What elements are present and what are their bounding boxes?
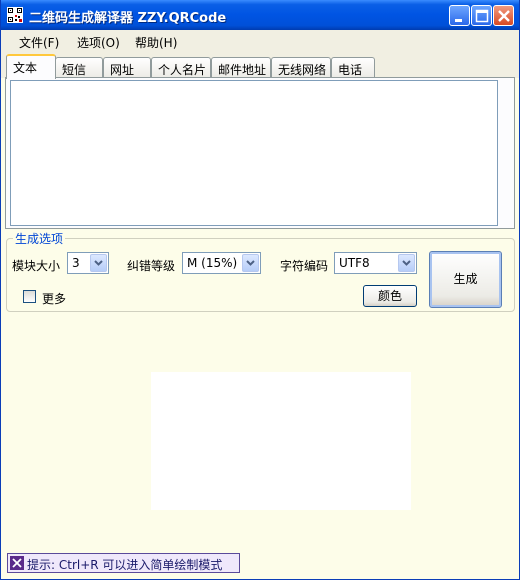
- tab-vcard[interactable]: 个人名片: [151, 57, 211, 78]
- module-size-label: 模块大小: [12, 259, 61, 273]
- ecc-level-select[interactable]: M (15%): [182, 252, 261, 274]
- tab-url[interactable]: 网址: [103, 57, 151, 78]
- maximize-icon: [475, 9, 489, 23]
- qr-preview-area: [151, 372, 411, 510]
- minimize-icon: [455, 19, 462, 22]
- tab-strip: 文本 短信 网址 个人名片 邮件地址 无线网络 电话: [1, 52, 519, 79]
- generate-options-legend: 生成选项: [13, 230, 66, 247]
- more-checkbox[interactable]: [23, 290, 36, 303]
- tab-panel: [5, 77, 515, 229]
- qr-code-icon: [7, 7, 23, 23]
- tab-email[interactable]: 邮件地址: [211, 57, 271, 78]
- ecc-level-label: 纠错等级: [127, 259, 176, 273]
- encoding-select[interactable]: UTF8: [334, 252, 417, 274]
- close-button[interactable]: [493, 5, 514, 26]
- module-size-select[interactable]: 3: [67, 252, 109, 274]
- tab-sms[interactable]: 短信: [55, 57, 103, 78]
- more-label[interactable]: 更多: [42, 290, 66, 307]
- minimize-button[interactable]: [449, 5, 470, 26]
- maximize-button[interactable]: [471, 5, 492, 26]
- app-window: 二维码生成解译器 ZZY.QRCode 文件(F) 选项(O) 帮助(H) 文本…: [0, 0, 520, 580]
- menu-bar: 文件(F) 选项(O) 帮助(H): [1, 30, 519, 52]
- color-button[interactable]: 颜色: [363, 285, 417, 307]
- chevron-down-icon: [402, 260, 411, 266]
- generate-button[interactable]: 生成: [429, 251, 502, 308]
- close-icon[interactable]: [10, 556, 24, 570]
- chevron-down-icon: [94, 260, 103, 266]
- title-bar[interactable]: 二维码生成解译器 ZZY.QRCode: [1, 0, 519, 30]
- tab-text[interactable]: 文本: [6, 54, 56, 79]
- close-icon: [498, 10, 510, 22]
- menu-options[interactable]: 选项(O): [77, 34, 120, 51]
- text-input[interactable]: [10, 80, 498, 226]
- status-text: 提示: Ctrl+R 可以进入简单绘制模式: [27, 558, 223, 572]
- window-title: 二维码生成解译器 ZZY.QRCode: [29, 11, 227, 26]
- menu-help[interactable]: 帮助(H): [135, 34, 177, 51]
- menu-file[interactable]: 文件(F): [19, 34, 59, 51]
- tab-wifi[interactable]: 无线网络: [271, 57, 331, 78]
- encoding-label: 字符编码: [280, 259, 329, 273]
- chevron-down-icon: [246, 260, 255, 266]
- tab-phone[interactable]: 电话: [331, 57, 375, 78]
- status-tip: 提示: Ctrl+R 可以进入简单绘制模式: [7, 553, 240, 573]
